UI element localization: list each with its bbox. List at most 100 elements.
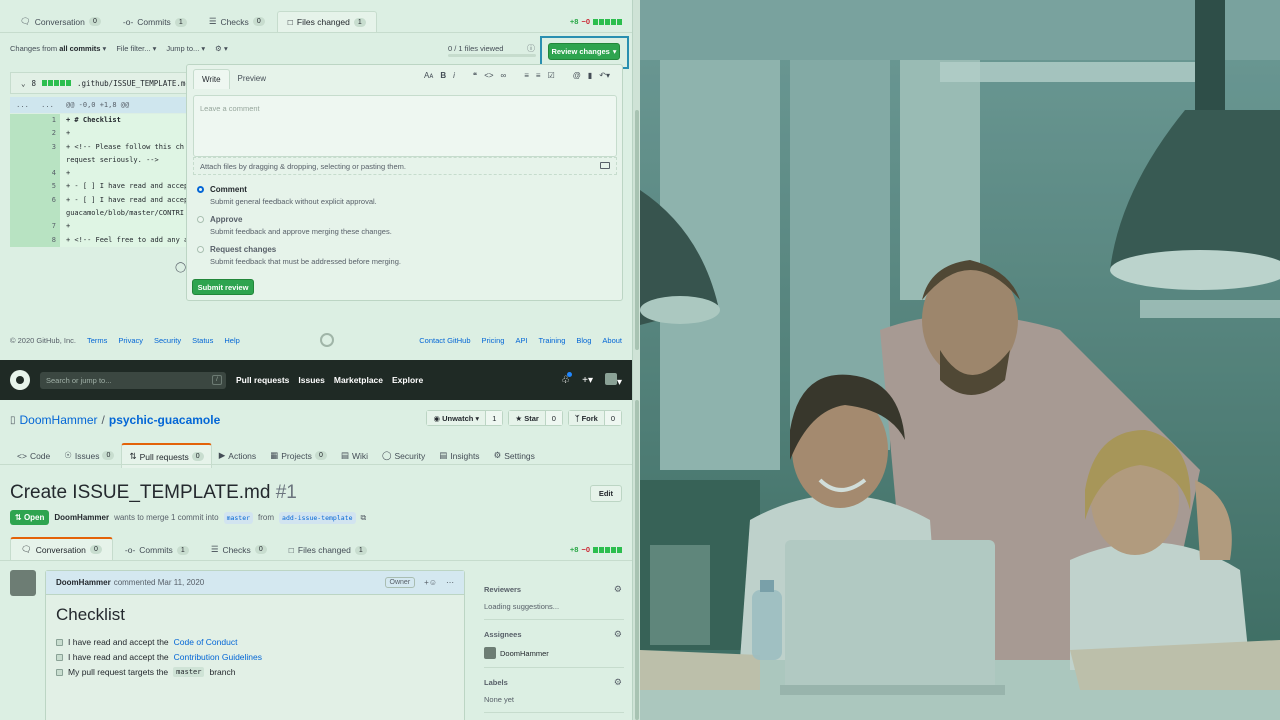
gear-icon[interactable]: ⚙ (614, 584, 622, 595)
review-changes-popover: Write Preview Aᴀ B i ❝ <> ∞ ≡ ≡ ☑ @ ▮ ↶▾ (186, 64, 623, 301)
stars-count[interactable]: 0 (544, 411, 562, 425)
tabs-divider (0, 32, 632, 33)
nav-pull-requests[interactable]: Pull requests (236, 375, 289, 385)
tab-preview[interactable]: Preview (230, 69, 274, 89)
pr-author-link[interactable]: DoomHammer (54, 513, 109, 522)
quote-icon[interactable]: ❝ (473, 71, 477, 80)
diff-line: 4 + (10, 167, 190, 181)
footer-link-security[interactable]: Security (154, 336, 181, 345)
comment-author-link[interactable]: DoomHammer (56, 578, 111, 587)
footer-link-pricing[interactable]: Pricing (482, 336, 505, 345)
project-icon: ▦ (270, 450, 279, 460)
gear-icon[interactable]: ⚙ (614, 677, 622, 688)
bookmark-icon[interactable]: ▮ (588, 71, 592, 80)
gear-icon[interactable]: ⚙ ▾ (215, 44, 228, 53)
task-checkbox[interactable] (56, 638, 63, 646)
nav-issues[interactable]: Issues (298, 375, 324, 385)
repo-actions: ◉ Unwatch ▾ 1 ★ Star 0 ᛉ Fork 0 (426, 410, 622, 426)
footer-link-contact[interactable]: Contact GitHub (419, 336, 470, 345)
footer-link-api[interactable]: API (515, 336, 527, 345)
base-branch[interactable]: master (223, 511, 254, 524)
footer-link-blog[interactable]: Blog (576, 336, 591, 345)
scrollbar[interactable] (632, 0, 640, 720)
nav-explore[interactable]: Explore (392, 375, 423, 385)
link-icon[interactable]: ∞ (501, 71, 507, 80)
radio-approve[interactable] (197, 216, 204, 223)
avatar[interactable] (10, 570, 36, 596)
repo-owner-link[interactable]: DoomHammer (20, 413, 98, 427)
copy-icon[interactable]: ⧉ (361, 513, 367, 523)
bold-icon[interactable]: B (440, 71, 446, 80)
search-input[interactable]: Search or jump to... / (40, 371, 226, 389)
edit-title-button[interactable]: Edit (589, 485, 622, 502)
bell-icon[interactable]: ♧ (561, 372, 573, 386)
option-comment[interactable]: Comment Submit general feedback without e… (197, 185, 377, 206)
reply-icon[interactable]: ↶▾ (599, 71, 610, 80)
mention-icon[interactable]: @ (573, 71, 581, 80)
footer-link-help[interactable]: Help (224, 336, 239, 345)
unwatch-button[interactable]: ◉ Unwatch ▾ (427, 411, 486, 425)
italic-icon[interactable]: i (453, 71, 455, 80)
tab-checks[interactable]: ☰ Checks 0 (201, 539, 277, 560)
head-branch[interactable]: add-issue-template (279, 511, 356, 524)
kebab-menu-icon[interactable]: ⋯ (446, 578, 454, 587)
footer-link-about[interactable]: About (602, 336, 622, 345)
changes-from-dropdown[interactable]: Changes from all commits ▾ (10, 44, 106, 53)
fork-button[interactable]: ᛉ Fork (568, 411, 604, 425)
scrollbar-thumb[interactable] (635, 110, 639, 350)
scrollbar-thumb[interactable] (635, 400, 639, 720)
tab-checks[interactable]: ☰ Checks 0 (199, 11, 275, 32)
task-checkbox[interactable] (56, 653, 63, 661)
radio-request-changes[interactable] (197, 246, 204, 253)
nav-marketplace[interactable]: Marketplace (334, 375, 383, 385)
pr-tabs-top: 🗨 Conversation 0 -o- Commits 1 ☰ Checks … (10, 10, 377, 32)
lightbulb-icon: ◯ (175, 262, 187, 273)
footer-link-training[interactable]: Training (539, 336, 566, 345)
diff-line: 8 + <!-- Feel free to add any a (10, 233, 190, 247)
forks-count[interactable]: 0 (603, 411, 621, 425)
repo-name-link[interactable]: psychic-guacamole (109, 413, 220, 427)
diffstat: +8 −0 (570, 545, 622, 554)
file-filter-dropdown[interactable]: File filter... ▾ (116, 44, 156, 53)
submit-review-button[interactable]: Submit review (192, 279, 254, 295)
tab-write[interactable]: Write (193, 69, 230, 89)
option-approve[interactable]: Approve Submit feedback and approve mergi… (197, 215, 392, 236)
option-request-changes[interactable]: Request changes Submit feedback that must… (197, 245, 401, 266)
github-mark-icon[interactable] (320, 333, 334, 347)
footer-link-terms[interactable]: Terms (87, 336, 107, 345)
code-icon: <> (17, 450, 27, 461)
tab-conversation[interactable]: 🗨 Conversation 0 (10, 537, 113, 560)
tab-files-changed[interactable]: □ Files changed 1 (276, 11, 377, 32)
code-of-conduct-link[interactable]: Code of Conduct (174, 637, 238, 647)
comment-textarea[interactable]: Leave a comment (193, 95, 617, 157)
jump-to-dropdown[interactable]: Jump to... ▾ (166, 44, 205, 53)
watchers-count[interactable]: 1 (485, 411, 503, 425)
github-logo-icon[interactable] (10, 370, 30, 390)
assignee-link[interactable]: DoomHammer (500, 649, 549, 658)
task-list-icon[interactable]: ☑ (548, 71, 555, 80)
attach-files-area[interactable]: Attach files by dragging & dropping, sel… (193, 157, 617, 175)
contribution-guidelines-link[interactable]: Contribution Guidelines (174, 652, 262, 662)
tab-commits[interactable]: -o- Commits 1 (113, 12, 197, 32)
star-button[interactable]: ★ Star (509, 411, 545, 425)
code-icon[interactable]: <> (484, 71, 493, 80)
footer-link-privacy[interactable]: Privacy (118, 336, 143, 345)
unordered-list-icon[interactable]: ≡ (524, 71, 529, 80)
gear-icon[interactable]: ⚙ (614, 629, 622, 640)
footer-link-status[interactable]: Status (192, 336, 213, 345)
diff-line: 3 + <!-- Please follow this ch (10, 140, 190, 154)
diff-line: 6 + - [ ] I have read and accep (10, 193, 190, 208)
chevron-down-icon[interactable]: ⌄ (21, 79, 26, 88)
plus-icon[interactable]: +▾ (582, 375, 593, 386)
tab-conversation[interactable]: 🗨 Conversation 0 (10, 11, 111, 32)
heading-icon[interactable]: Aᴀ (424, 71, 433, 80)
tab-files-changed[interactable]: □ Files changed 1 (279, 540, 377, 560)
add-reaction-icon[interactable]: +☺ (424, 578, 437, 587)
ordered-list-icon[interactable]: ≡ (536, 71, 541, 80)
tab-commits[interactable]: -o- Commits 1 (115, 540, 199, 560)
user-menu[interactable]: ▾ (604, 373, 622, 388)
radio-comment[interactable] (197, 186, 204, 193)
info-icon[interactable]: ⓘ (527, 43, 535, 54)
task-checkbox[interactable] (56, 668, 63, 676)
comment-heading: Checklist (56, 605, 125, 624)
